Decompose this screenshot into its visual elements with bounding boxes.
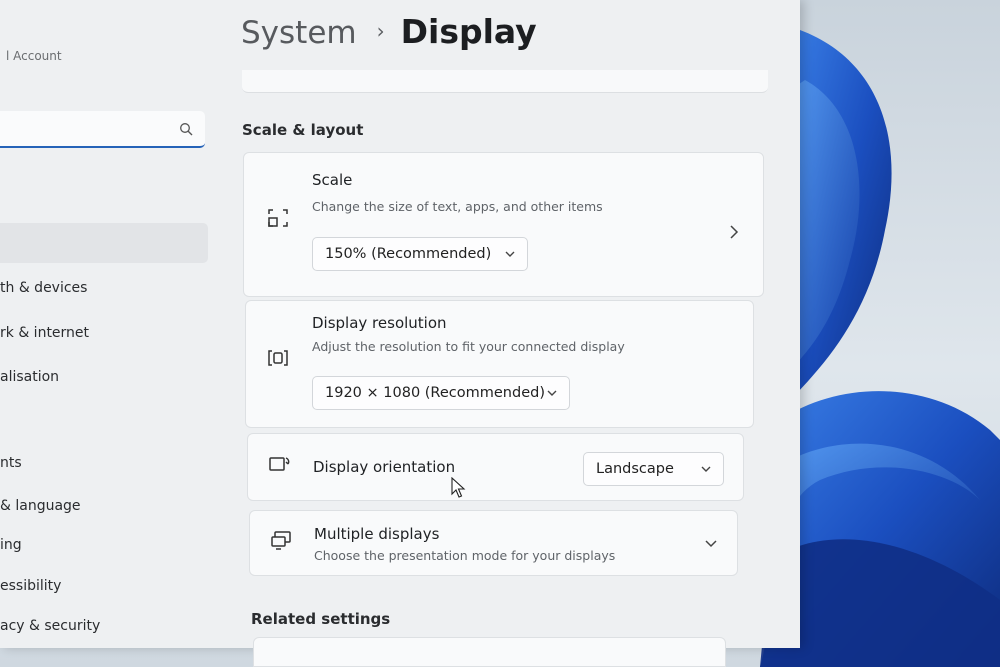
scale-subtitle: Change the size of text, apps, and other…: [312, 199, 603, 214]
multiple-displays-icon: [271, 531, 291, 550]
resolution-title: Display resolution: [312, 314, 447, 332]
sidebar-item-bluetooth-devices[interactable]: th & devices: [0, 268, 208, 308]
section-heading-related-settings: Related settings: [251, 610, 391, 628]
resolution-dropdown[interactable]: 1920 × 1080 (Recommended): [312, 376, 570, 410]
resolution-icon: [268, 350, 288, 366]
sidebar-item-label: nts: [0, 455, 22, 471]
sidebar-item-label: alisation: [0, 369, 60, 385]
account-label: l Account: [6, 49, 62, 63]
breadcrumb: System › Display: [241, 12, 537, 62]
sidebar-item-time-language[interactable]: & language: [0, 486, 208, 526]
sidebar-item-label: essibility: [0, 578, 62, 594]
section-heading-scale-layout: Scale & layout: [242, 121, 364, 139]
page-title: Display: [400, 12, 537, 51]
multiple-displays-subtitle: Choose the presentation mode for your di…: [314, 548, 616, 563]
sidebar-item-network-internet[interactable]: rk & internet: [0, 313, 208, 353]
sidebar-item-label: acy & security: [0, 618, 101, 634]
scale-card[interactable]: Scale Change the size of text, apps, and…: [243, 152, 764, 297]
orientation-dropdown[interactable]: Landscape: [583, 452, 724, 486]
chevron-down-icon: [701, 466, 711, 472]
search-input[interactable]: [8, 119, 172, 136]
sidebar-item-accessibility[interactable]: essibility: [0, 566, 208, 606]
related-settings-card[interactable]: [253, 637, 726, 667]
orientation-dropdown-value: Landscape: [596, 461, 674, 477]
scale-icon: [268, 209, 288, 227]
chevron-right-icon[interactable]: [729, 225, 739, 239]
sidebar-item-label: & language: [0, 498, 81, 514]
multiple-displays-card[interactable]: Multiple displays Choose the presentatio…: [249, 510, 738, 576]
resolution-dropdown-value: 1920 × 1080 (Recommended): [325, 385, 545, 401]
chevron-down-icon[interactable]: [705, 539, 717, 549]
sidebar: l Account th & devices rk & internet ali…: [0, 0, 215, 648]
scale-title: Scale: [312, 171, 353, 189]
resolution-card: Display resolution Adjust the resolution…: [245, 300, 754, 428]
breadcrumb-system[interactable]: System: [241, 15, 357, 51]
chevron-down-icon: [547, 390, 557, 396]
orientation-title: Display orientation: [313, 458, 456, 476]
resolution-subtitle: Adjust the resolution to fit your connec…: [312, 339, 625, 354]
breadcrumb-separator: ›: [376, 19, 385, 43]
orientation-icon: [269, 457, 290, 471]
sidebar-item-gaming[interactable]: ing: [0, 525, 208, 565]
search-icon[interactable]: [179, 122, 193, 136]
sidebar-item-label: ing: [0, 537, 22, 553]
sidebar-item-system[interactable]: [0, 223, 208, 263]
sidebar-item-label: rk & internet: [0, 325, 90, 341]
orientation-card: Display orientation Landscape: [247, 433, 744, 501]
sidebar-item-accounts[interactable]: nts: [0, 443, 208, 483]
scale-dropdown-value: 150% (Recommended): [325, 246, 492, 262]
previous-card-edge: [242, 70, 768, 93]
mouse-cursor-icon: [451, 477, 466, 498]
scale-dropdown[interactable]: 150% (Recommended): [312, 237, 528, 271]
chevron-down-icon: [505, 251, 515, 257]
main-pane: System › Display Scale & layout Scale Chan…: [215, 0, 800, 648]
sidebar-item-label: th & devices: [0, 280, 88, 296]
settings-window: l Account th & devices rk & internet ali…: [0, 0, 800, 667]
multiple-displays-title: Multiple displays: [314, 525, 440, 543]
sidebar-item-privacy-security[interactable]: acy & security: [0, 606, 208, 646]
sidebar-item-personalisation[interactable]: alisation: [0, 357, 208, 397]
search-box[interactable]: [0, 111, 205, 148]
